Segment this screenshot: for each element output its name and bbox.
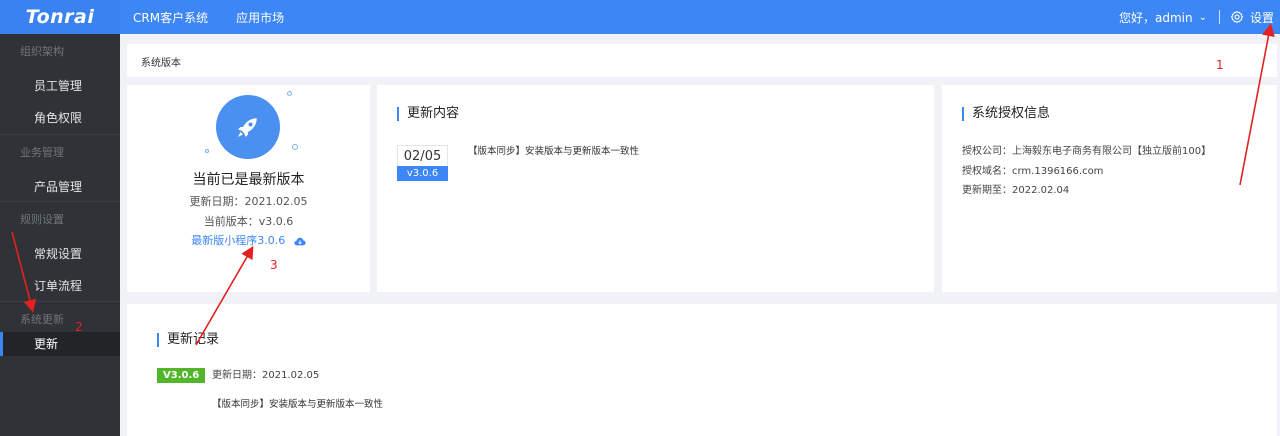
mini-program-link-label: 最新版小程序3.0.6: [191, 234, 286, 247]
annotation-number-1: 1: [1216, 58, 1224, 72]
auth-domain: 授权域名：crm.1396166.com: [962, 166, 1104, 177]
sidebar-group-title: 组织架构: [20, 45, 64, 58]
auth-info-card: 系统授权信息 授权公司：上海毅东电子商务有限公司【独立版前100】 授权域名：c…: [942, 85, 1277, 292]
version-status: 当前已是最新版本: [192, 172, 305, 188]
user-greeting: 您好，admin: [1118, 10, 1193, 25]
top-nav: CRM客户系统 应用市场: [133, 0, 312, 34]
record-date: 更新日期：2021.02.05: [212, 370, 320, 381]
decor-dot: [205, 149, 209, 153]
rocket-icon: [216, 95, 280, 159]
update-version-tag: v3.0.6: [397, 166, 448, 181]
top-right-area: 您好，admin ⌄ 设置: [1119, 0, 1274, 34]
divider: [1218, 10, 1220, 24]
nav-app-market[interactable]: 应用市场: [236, 9, 284, 26]
sidebar-group-title: 系统更新: [20, 313, 64, 326]
user-menu[interactable]: 您好，admin ⌄: [1119, 9, 1207, 26]
annotation-number-3: 3: [270, 258, 278, 272]
sidebar-item-products[interactable]: 产品管理: [0, 171, 120, 203]
sidebar: 组织架构 员工管理 角色权限 业务管理 产品管理 规则设置 常规设置 订单流程 …: [0, 34, 120, 436]
settings-button[interactable]: 设置: [1230, 9, 1274, 26]
update-content-heading: 更新内容: [397, 107, 459, 121]
brand-logo[interactable]: Tonrai: [0, 0, 120, 34]
nav-crm[interactable]: CRM客户系统: [133, 9, 208, 26]
sidebar-group-title: 业务管理: [20, 146, 64, 159]
mini-program-download-link[interactable]: 最新版小程序3.0.6: [127, 232, 370, 248]
current-version: 当前版本：v3.0.6: [203, 215, 294, 228]
chevron-down-icon: ⌄: [1198, 11, 1207, 23]
update-date-day: 02/05: [403, 149, 442, 164]
update-record-card: 更新记录 V3.0.6 更新日期：2021.02.05 【版本同步】安装版本与更…: [127, 304, 1277, 436]
sidebar-group-title: 规则设置: [20, 213, 64, 226]
decor-dot: [287, 91, 292, 96]
breadcrumb: 系统版本: [127, 44, 1277, 77]
auth-expiry: 更新期至：2022.02.04: [962, 185, 1070, 196]
update-content-text: 【版本同步】安装版本与更新版本一致性: [468, 146, 640, 157]
update-record-heading: 更新记录: [157, 333, 219, 347]
sidebar-item-order-flow[interactable]: 订单流程: [0, 270, 120, 302]
cloud-download-icon: [294, 237, 306, 245]
main-content: 系统版本 当前已是最新版本 更新日期：2021.02.05 当前版本：v3.0.…: [120, 34, 1280, 436]
sidebar-group-org: 组织架构 员工管理 角色权限: [0, 34, 120, 135]
version-card: 当前已是最新版本 更新日期：2021.02.05 当前版本：v3.0.6 最新版…: [127, 85, 370, 292]
decor-dot: [292, 144, 298, 150]
sidebar-group-rules: 规则设置 常规设置 订单流程: [0, 202, 120, 302]
update-date: 更新日期：2021.02.05: [189, 195, 308, 208]
update-content-card: 更新内容 02/05 v3.0.6 【版本同步】安装版本与更新版本一致性: [377, 85, 934, 292]
record-version-badge: V3.0.6: [157, 368, 206, 383]
sidebar-item-update[interactable]: 更新: [0, 332, 120, 356]
record-text: 【版本同步】安装版本与更新版本一致性: [212, 399, 384, 410]
settings-label: 设置: [1249, 10, 1274, 25]
sidebar-group-updates: 系统更新 更新: [0, 302, 120, 356]
sidebar-group-business: 业务管理 产品管理: [0, 135, 120, 202]
top-bar: Tonrai CRM客户系统 应用市场 您好，admin ⌄ 设置: [0, 0, 1280, 34]
auth-company: 授权公司：上海毅东电子商务有限公司【独立版前100】: [962, 146, 1212, 157]
sidebar-item-general-settings[interactable]: 常规设置: [0, 238, 120, 270]
auth-info-heading: 系统授权信息: [962, 107, 1050, 121]
annotation-number-2: 2: [75, 320, 83, 334]
sidebar-item-employees[interactable]: 员工管理: [0, 70, 120, 102]
gear-icon: [1230, 10, 1244, 24]
update-date-box: 02/05 v3.0.6: [397, 145, 448, 181]
sidebar-item-roles[interactable]: 角色权限: [0, 102, 120, 134]
page-title: 系统版本: [141, 58, 181, 69]
